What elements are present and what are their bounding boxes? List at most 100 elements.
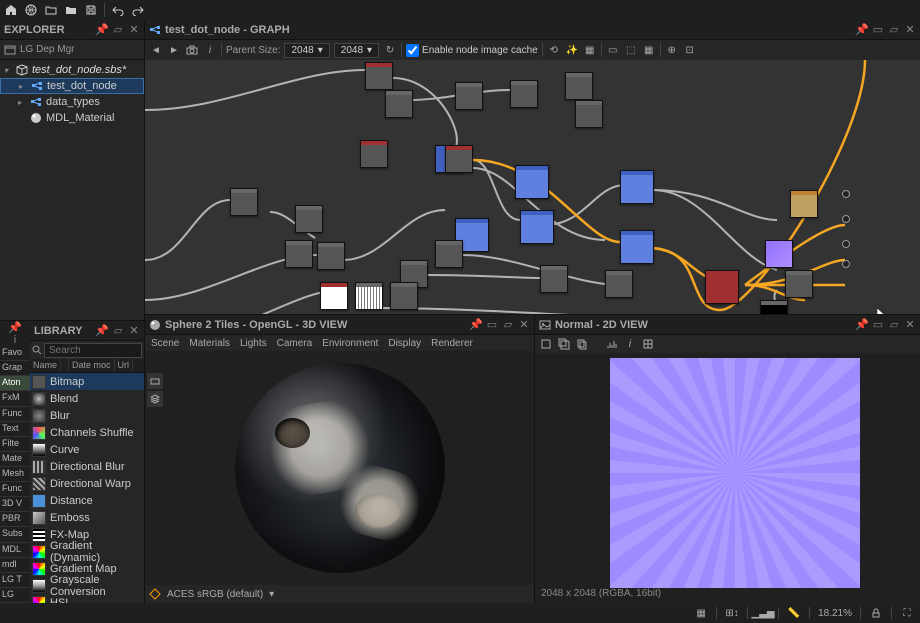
reset-icon[interactable]: ↻: [383, 43, 397, 57]
library-item[interactable]: Bitmap: [30, 373, 144, 390]
auto-layout-icon[interactable]: ⊞↕: [725, 606, 739, 620]
graph-node[interactable]: [605, 270, 633, 298]
close-icon[interactable]: ✕: [128, 325, 140, 337]
nav-fwd-icon[interactable]: ►: [167, 43, 181, 57]
library-item[interactable]: Blur: [30, 407, 144, 424]
lib-cat-tab[interactable]: FxM: [0, 391, 30, 406]
library-item[interactable]: Curve: [30, 441, 144, 458]
copy-icon[interactable]: [575, 337, 589, 351]
graph-node[interactable]: [360, 140, 388, 168]
camera-list-icon[interactable]: [147, 373, 163, 389]
maximize-icon[interactable]: ▱: [502, 319, 514, 331]
enable-cache-checkbox[interactable]: Enable node image cache: [406, 44, 538, 57]
parent-width-select[interactable]: 2048▾: [284, 43, 329, 58]
output-socket[interactable]: [842, 215, 850, 223]
view3d-menu-item[interactable]: Environment: [322, 338, 378, 349]
enable-cache-input[interactable]: [406, 44, 419, 57]
graph-node[interactable]: [575, 100, 603, 128]
lib-cat-tab[interactable]: Subs: [0, 527, 30, 542]
save-icon[interactable]: [539, 337, 553, 351]
maximize-icon[interactable]: ▱: [112, 325, 124, 337]
graph-node[interactable]: [510, 80, 538, 108]
library-item[interactable]: Emboss: [30, 509, 144, 526]
package-item[interactable]: ▾ test_dot_node.sbs*: [0, 62, 144, 78]
graph-node[interactable]: [790, 190, 818, 218]
histogram-icon[interactable]: ▁▃▅: [756, 606, 770, 620]
home-icon[interactable]: [4, 3, 18, 17]
graph-node[interactable]: [320, 282, 348, 310]
close-icon[interactable]: ✕: [904, 319, 916, 331]
save-all-icon[interactable]: [557, 337, 571, 351]
lib-cat-tab[interactable]: mdl: [0, 558, 30, 573]
output-socket[interactable]: [842, 240, 850, 248]
view3d-menu-item[interactable]: Materials: [189, 338, 230, 349]
graph-node[interactable]: [385, 90, 413, 118]
lib-cat-tab[interactable]: Func: [0, 407, 30, 422]
lib-cat-tab[interactable]: Func: [0, 482, 30, 497]
pin-icon[interactable]: 📌: [96, 325, 108, 337]
graph-node[interactable]: [515, 165, 549, 199]
graph-node[interactable]: [230, 188, 258, 216]
lib-col-date[interactable]: Date moc: [69, 359, 115, 372]
lib-cat-tab[interactable]: Text: [0, 422, 30, 437]
graph-node[interactable]: [520, 210, 554, 244]
grid-icon[interactable]: ▦: [642, 43, 656, 57]
pin-icon[interactable]: 📌: [96, 24, 108, 36]
maximize-icon[interactable]: ▱: [888, 319, 900, 331]
graph-node[interactable]: [317, 242, 345, 270]
fit-icon[interactable]: ⊡: [683, 43, 697, 57]
parent-height-select[interactable]: 2048▾: [334, 43, 379, 58]
lib-cat-tab[interactable]: Grap: [0, 361, 30, 376]
caret-right-icon[interactable]: ▸: [19, 82, 27, 91]
view3d-menu-item[interactable]: Lights: [240, 338, 267, 349]
tree-item-graph[interactable]: ▸ test_dot_node: [0, 78, 144, 94]
graph-node[interactable]: [760, 300, 788, 314]
restore-icon[interactable]: ▭: [872, 319, 884, 331]
view3d-menu-item[interactable]: Camera: [277, 338, 313, 349]
maximize-icon[interactable]: ▱: [112, 24, 124, 36]
pin-icon[interactable]: 📌: [470, 319, 482, 331]
lib-cat-tab[interactable]: Filte: [0, 437, 30, 452]
layers-icon[interactable]: [147, 391, 163, 407]
lib-cat-tab[interactable]: Mesh: [0, 467, 30, 482]
library-item[interactable]: Directional Warp: [30, 475, 144, 492]
align-icon[interactable]: ▦: [583, 43, 597, 57]
lib-col-url[interactable]: Url: [115, 359, 134, 372]
lib-cat-tab[interactable]: Mate: [0, 452, 30, 467]
color-profile-select[interactable]: ACES sRGB (default): [167, 589, 263, 600]
lib-cat-tab[interactable]: PBR: [0, 512, 30, 527]
nav-back-icon[interactable]: ◄: [149, 43, 163, 57]
select-icon[interactable]: ⬚: [624, 43, 638, 57]
library-columns[interactable]: Name Date moc Url: [30, 359, 144, 373]
close-icon[interactable]: ✕: [904, 24, 916, 36]
graph-node[interactable]: [540, 265, 568, 293]
folder-open-icon[interactable]: [44, 3, 58, 17]
graph-node[interactable]: [355, 282, 383, 310]
explorer-toolbar-label[interactable]: LG Dep Mgr: [20, 44, 74, 55]
library-item[interactable]: Grayscale Conversion: [30, 577, 144, 594]
fullscreen-icon[interactable]: ⛶: [900, 606, 914, 620]
pin-icon[interactable]: 📌: [856, 319, 868, 331]
view3d-menu-item[interactable]: Scene: [151, 338, 179, 349]
tree-item-mdl[interactable]: MDL_Material: [0, 110, 144, 126]
undo-icon[interactable]: [111, 3, 125, 17]
explorer-tool-icon[interactable]: [4, 44, 16, 56]
lib-cat-tab[interactable]: MDL: [0, 543, 30, 558]
library-item[interactable]: Blend: [30, 390, 144, 407]
lock-icon[interactable]: [869, 606, 883, 620]
view3d-menu-item[interactable]: Display: [388, 338, 421, 349]
library-item[interactable]: Channels Shuffle: [30, 424, 144, 441]
folder-icon[interactable]: [64, 3, 78, 17]
lib-col-icon[interactable]: [61, 359, 69, 372]
graph-node[interactable]: [365, 62, 393, 90]
library-item[interactable]: Directional Blur: [30, 458, 144, 475]
info-icon[interactable]: i: [0, 334, 30, 346]
info-icon[interactable]: i: [623, 337, 637, 351]
ruler-icon[interactable]: 📏: [787, 606, 801, 620]
library-item[interactable]: Distance: [30, 492, 144, 509]
pixel-info-icon[interactable]: [641, 337, 655, 351]
lib-cat-tab[interactable]: Favo: [0, 346, 30, 361]
graph-node-output[interactable]: [705, 270, 739, 304]
globe-icon[interactable]: [24, 3, 38, 17]
library-item[interactable]: Gradient (Dynamic): [30, 543, 144, 560]
